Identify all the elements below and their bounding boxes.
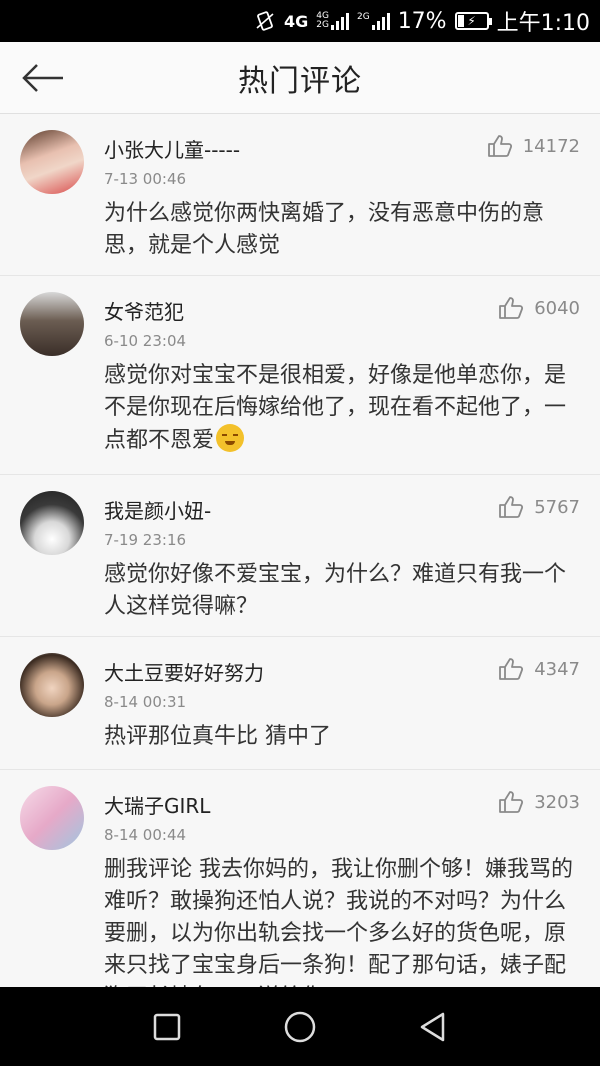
comment-item: 我是颜小妞- 7-19 23:16 5767 感觉你好像不爱宝宝，为什么？难道只…	[0, 475, 600, 637]
avatar[interactable]	[20, 491, 84, 555]
battery-percent: 17%	[397, 8, 447, 34]
like-count: 4347	[534, 658, 580, 680]
signal-2-icon: 2G	[357, 12, 390, 30]
comment-text: 热评那位真牛比 猜中了	[104, 724, 331, 749]
thumbs-up-icon	[499, 791, 524, 813]
like-count: 6040	[534, 297, 580, 319]
header: 热门评论	[0, 42, 600, 114]
comment-text: 感觉你对宝宝不是很相爱，好像是他单恋你，是不是你现在后悔嫁给他了，现在看不起他了…	[104, 360, 580, 457]
avatar[interactable]	[20, 292, 84, 356]
like-count: 3203	[534, 791, 580, 813]
system-back-button[interactable]	[408, 1002, 458, 1052]
square-icon	[153, 1013, 180, 1040]
recent-apps-button[interactable]	[142, 1002, 192, 1052]
username[interactable]: 我是颜小妞-	[104, 495, 211, 524]
clock: 上午1:10	[496, 11, 590, 36]
comment-date: 6-10 23:04	[104, 332, 187, 350]
avatar[interactable]	[20, 786, 84, 850]
thumbs-up-icon	[487, 135, 512, 157]
home-button[interactable]	[275, 1002, 325, 1052]
network-4g-label: 4G	[284, 11, 309, 31]
annoyed-emoji-icon	[216, 424, 245, 452]
like-count: 14172	[522, 135, 580, 157]
back-button[interactable]	[18, 56, 68, 100]
avatar[interactable]	[20, 130, 84, 194]
battery-icon: ⚡	[454, 12, 492, 30]
circle-icon	[284, 1011, 316, 1042]
signal-1-icon: 4G 2G	[316, 12, 349, 30]
like-button[interactable]: 5767	[498, 495, 580, 519]
page-title: 热门评论	[238, 63, 362, 99]
vibrate-icon	[254, 10, 276, 32]
like-button[interactable]: 4347	[498, 657, 580, 681]
comment-text-body: 感觉你对宝宝不是很相爱，好像是他单恋你，是不是你现在后悔嫁给他了，现在看不起他了…	[104, 363, 567, 453]
status-bar: 4G 4G 2G 2G 17% ⚡ 上午1:10	[0, 0, 600, 42]
username[interactable]: 小张大儿童-----	[104, 134, 240, 163]
arrow-left-icon	[22, 64, 63, 92]
like-button[interactable]: 3203	[498, 790, 580, 814]
comment-date: 7-13 00:46	[104, 170, 187, 188]
avatar[interactable]	[20, 653, 84, 717]
like-button[interactable]: 6040	[498, 296, 580, 320]
comment-date: 8-14 00:31	[104, 693, 187, 711]
thumbs-up-icon	[499, 297, 524, 319]
comment-date: 8-14 00:44	[104, 826, 187, 844]
thumbs-up-icon	[499, 496, 524, 518]
triangle-icon	[421, 1012, 445, 1041]
comment-text: 删我评论 我去你妈的，我让你删个够！嫌我骂的难听？敢操狗还怕人说？我说的不对吗？…	[104, 857, 573, 987]
comment-item: 小张大儿童----- 7-13 00:46 14172 为什么感觉你两快离婚了，…	[0, 114, 600, 276]
comment-item: 大瑞子GIRL 8-14 00:44 3203 删我评论 我去你妈的，我让你删个…	[0, 770, 600, 987]
comment-list[interactable]: 小张大儿童----- 7-13 00:46 14172 为什么感觉你两快离婚了，…	[0, 114, 600, 987]
like-button[interactable]: 14172	[487, 134, 580, 158]
comment-date: 7-19 23:16	[104, 531, 187, 549]
comment-text: 感觉你好像不爱宝宝，为什么？难道只有我一个人这样觉得嘛？	[104, 562, 567, 619]
like-count: 5767	[534, 496, 580, 518]
comment-item: 大土豆要好好努力 8-14 00:31 4347 热评那位真牛比 猜中了	[0, 637, 600, 770]
system-nav-bar	[0, 987, 600, 1066]
username[interactable]: 大瑞子GIRL	[104, 790, 210, 819]
comment-item: 女爷范犯 6-10 23:04 6040 感觉你对宝宝不是很相爱，好像是他单恋你…	[0, 276, 600, 475]
comment-text: 为什么感觉你两快离婚了，没有恶意中伤的意思，就是个人感觉	[104, 201, 545, 258]
username[interactable]: 大土豆要好好努力	[104, 657, 264, 686]
thumbs-up-icon	[499, 658, 524, 680]
username[interactable]: 女爷范犯	[104, 296, 184, 325]
